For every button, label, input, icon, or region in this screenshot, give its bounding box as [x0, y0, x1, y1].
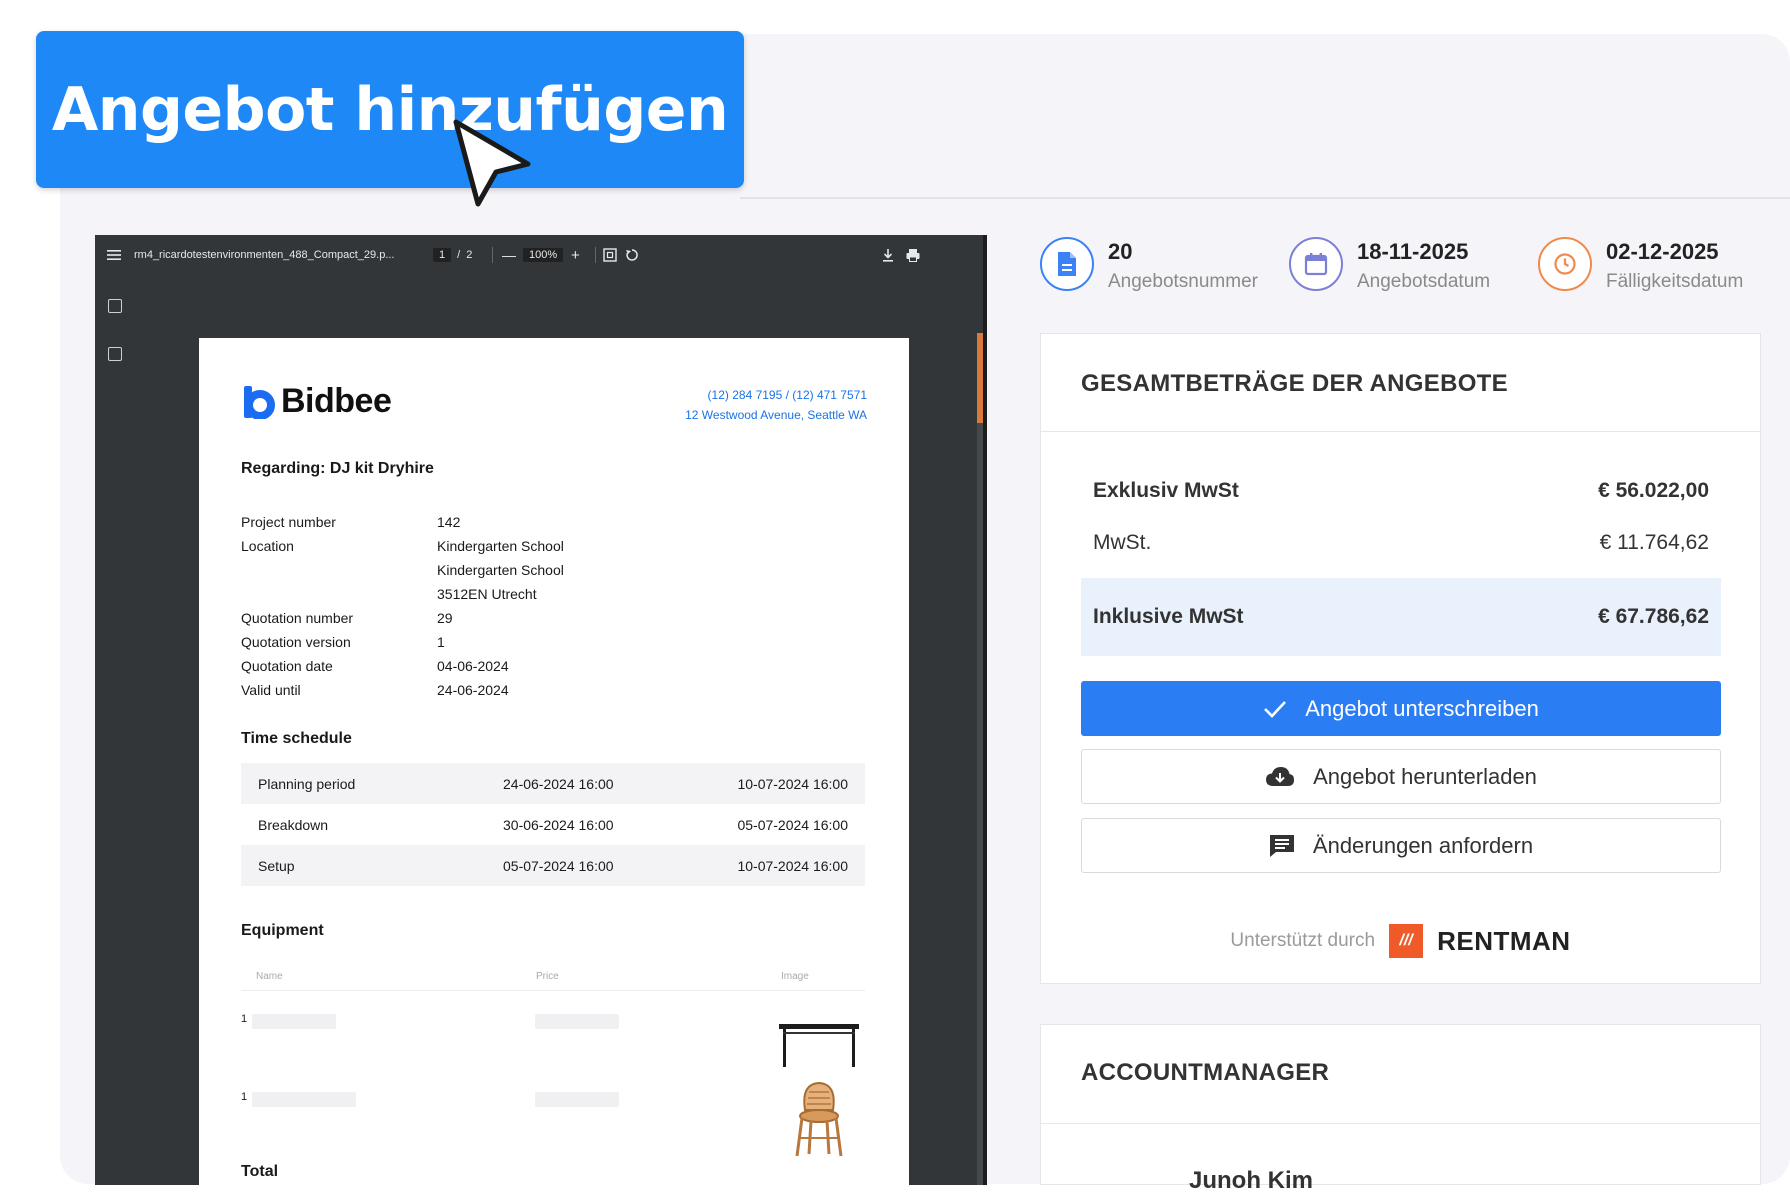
viewer-edge — [983, 235, 987, 1185]
name-placeholder — [252, 1014, 336, 1029]
due-date-value: 02-12-2025 — [1606, 239, 1719, 264]
detail-row: Quotation number 29 — [241, 610, 453, 626]
fit-page-icon[interactable] — [603, 235, 617, 275]
comment-icon — [1269, 834, 1294, 857]
contact-phone: (12) 284 7195 / (12) 471 7571 — [707, 388, 867, 402]
quote-date-info: 18-11-2025 Angebotsdatum — [1289, 237, 1490, 293]
equipment-title: Equipment — [241, 922, 324, 939]
calendar-icon — [1289, 237, 1343, 291]
page-total: 2 — [466, 249, 473, 261]
clock-icon — [1538, 237, 1592, 291]
pdf-page: Bidbee (12) 284 7195 / (12) 471 7571 12 … — [199, 338, 909, 1185]
name-placeholder — [252, 1092, 356, 1107]
total-title: Total — [241, 1163, 279, 1180]
check-icon — [1264, 700, 1287, 718]
account-manager-title: ACCOUNTMANAGER — [1081, 1059, 1330, 1086]
brand-name: Bidbee — [281, 382, 392, 420]
totals-title: GESAMTBETRÄGE DER ANGEBOTE — [1081, 370, 1508, 397]
mouse-cursor-icon — [453, 119, 531, 207]
rotate-icon[interactable] — [625, 235, 639, 275]
detail-row: Project number 142 — [241, 514, 461, 530]
sign-quote-button[interactable]: Angebot unterschreiben — [1081, 681, 1721, 736]
thumbnail-icon[interactable] — [108, 299, 122, 313]
table-row: Planning period 24-06-2024 16:00 10-07-202… — [241, 763, 865, 804]
price-placeholder — [535, 1092, 619, 1107]
time-schedule-title: Time schedule — [241, 730, 352, 747]
header-divider — [740, 197, 1790, 199]
quote-number-label: Angebotsnummer — [1108, 271, 1258, 292]
zoom-out-button[interactable]: — — [502, 235, 516, 275]
page-number-input[interactable]: 1 — [433, 248, 452, 262]
page-separator: / — [457, 249, 461, 261]
card-divider — [1041, 431, 1760, 432]
equipment-row: 1 — [241, 1010, 865, 1080]
print-icon[interactable] — [906, 235, 920, 275]
detail-row: Valid until 24-06-2024 — [241, 682, 509, 698]
powered-by: Unterstützt durch /// RENTMAN — [1041, 924, 1760, 958]
download-icon[interactable] — [882, 235, 894, 275]
contact-block: (12) 284 7195 / (12) 471 7571 12 Westwoo… — [685, 385, 867, 425]
pdf-sidebar — [95, 275, 135, 1185]
rentman-logo-icon: /// — [1389, 924, 1424, 958]
subtotal-row: Exklusiv MwSt € 56.022,00 — [1093, 479, 1709, 502]
request-changes-button[interactable]: Änderungen anfordern — [1081, 818, 1721, 873]
zoom-in-button[interactable]: + — [571, 235, 580, 275]
table-row: Setup 05-07-2024 16:00 10-07-2024 16:00 — [241, 845, 865, 886]
project-details: Project number 142 Location Kindergarten S… — [241, 510, 564, 702]
detail-row: Quotation date 04-06-2024 — [241, 658, 509, 674]
schedule-table: Planning period 24-06-2024 16:00 10-07-202… — [241, 763, 865, 886]
pdf-filename: rm4_ricardotestenvironmenten_488_Compact… — [134, 249, 395, 261]
document-icon — [1040, 237, 1094, 291]
toolbar-divider — [595, 247, 596, 263]
table-row: Breakdown 30-06-2024 16:00 05-07-2024 16:0… — [258, 816, 848, 833]
bidbee-logo-mark — [244, 385, 275, 419]
vat-row: MwSt. € 11.764,62 — [1093, 531, 1709, 554]
due-date-label: Fälligkeitsdatum — [1606, 271, 1744, 292]
totals-card: GESAMTBETRÄGE DER ANGEBOTE Exklusiv MwSt… — [1040, 333, 1761, 984]
equipment-header: Name Price Image — [241, 963, 865, 991]
equipment-row: 1 — [241, 1081, 865, 1178]
column-price: Price — [536, 971, 559, 982]
quote-date-label: Angebotsdatum — [1357, 271, 1491, 292]
toolbar-divider — [492, 247, 493, 263]
column-name: Name — [256, 971, 283, 982]
download-quote-button[interactable]: Angebot herunterladen — [1081, 749, 1721, 804]
chair-image — [795, 1081, 843, 1157]
pdf-toolbar: rm4_ricardotestenvironmenten_488_Compact… — [95, 235, 987, 275]
zoom-level[interactable]: 100% — [523, 235, 564, 275]
page-indicator: 1 / 2 — [433, 235, 472, 275]
contact-address: 12 Westwood Avenue, Seattle WA — [685, 408, 867, 422]
quote-number-info: 20 Angebotsnummer — [1040, 237, 1258, 293]
quote-number-value: 20 — [1108, 239, 1133, 264]
column-image: Image — [781, 971, 809, 982]
table-image — [779, 1024, 859, 1067]
quote-date-value: 18-11-2025 — [1357, 239, 1469, 264]
powered-by-text: Unterstützt durch — [1230, 930, 1376, 951]
card-divider — [1041, 1123, 1760, 1124]
pdf-viewer: rm4_ricardotestenvironmenten_488_Compact… — [95, 235, 987, 1185]
rentman-wordmark: RENTMAN — [1437, 925, 1571, 956]
price-placeholder — [535, 1014, 619, 1029]
outline-icon[interactable] — [108, 347, 122, 361]
cloud-download-icon — [1266, 766, 1295, 786]
detail-row: 3512EN Utrecht — [437, 586, 537, 602]
due-date-info: 02-12-2025 Fälligkeitsdatum — [1538, 237, 1743, 293]
bidbee-logo: Bidbee — [241, 382, 392, 421]
detail-row: Quotation version 1 — [241, 634, 445, 650]
account-manager-card: ACCOUNTMANAGER Junoh Kim — [1040, 1024, 1761, 1194]
menu-icon[interactable] — [107, 235, 121, 275]
add-quote-button[interactable]: Angebot hinzufügen — [36, 31, 744, 188]
account-manager-name: Junoh Kim — [1189, 1167, 1313, 1194]
total-row: Inklusive MwSt € 67.786,62 — [1081, 578, 1721, 656]
detail-row: Kindergarten School — [437, 562, 564, 578]
detail-row: Location Kindergarten School — [241, 538, 564, 554]
regarding-title: Regarding: DJ kit Dryhire — [241, 460, 434, 477]
